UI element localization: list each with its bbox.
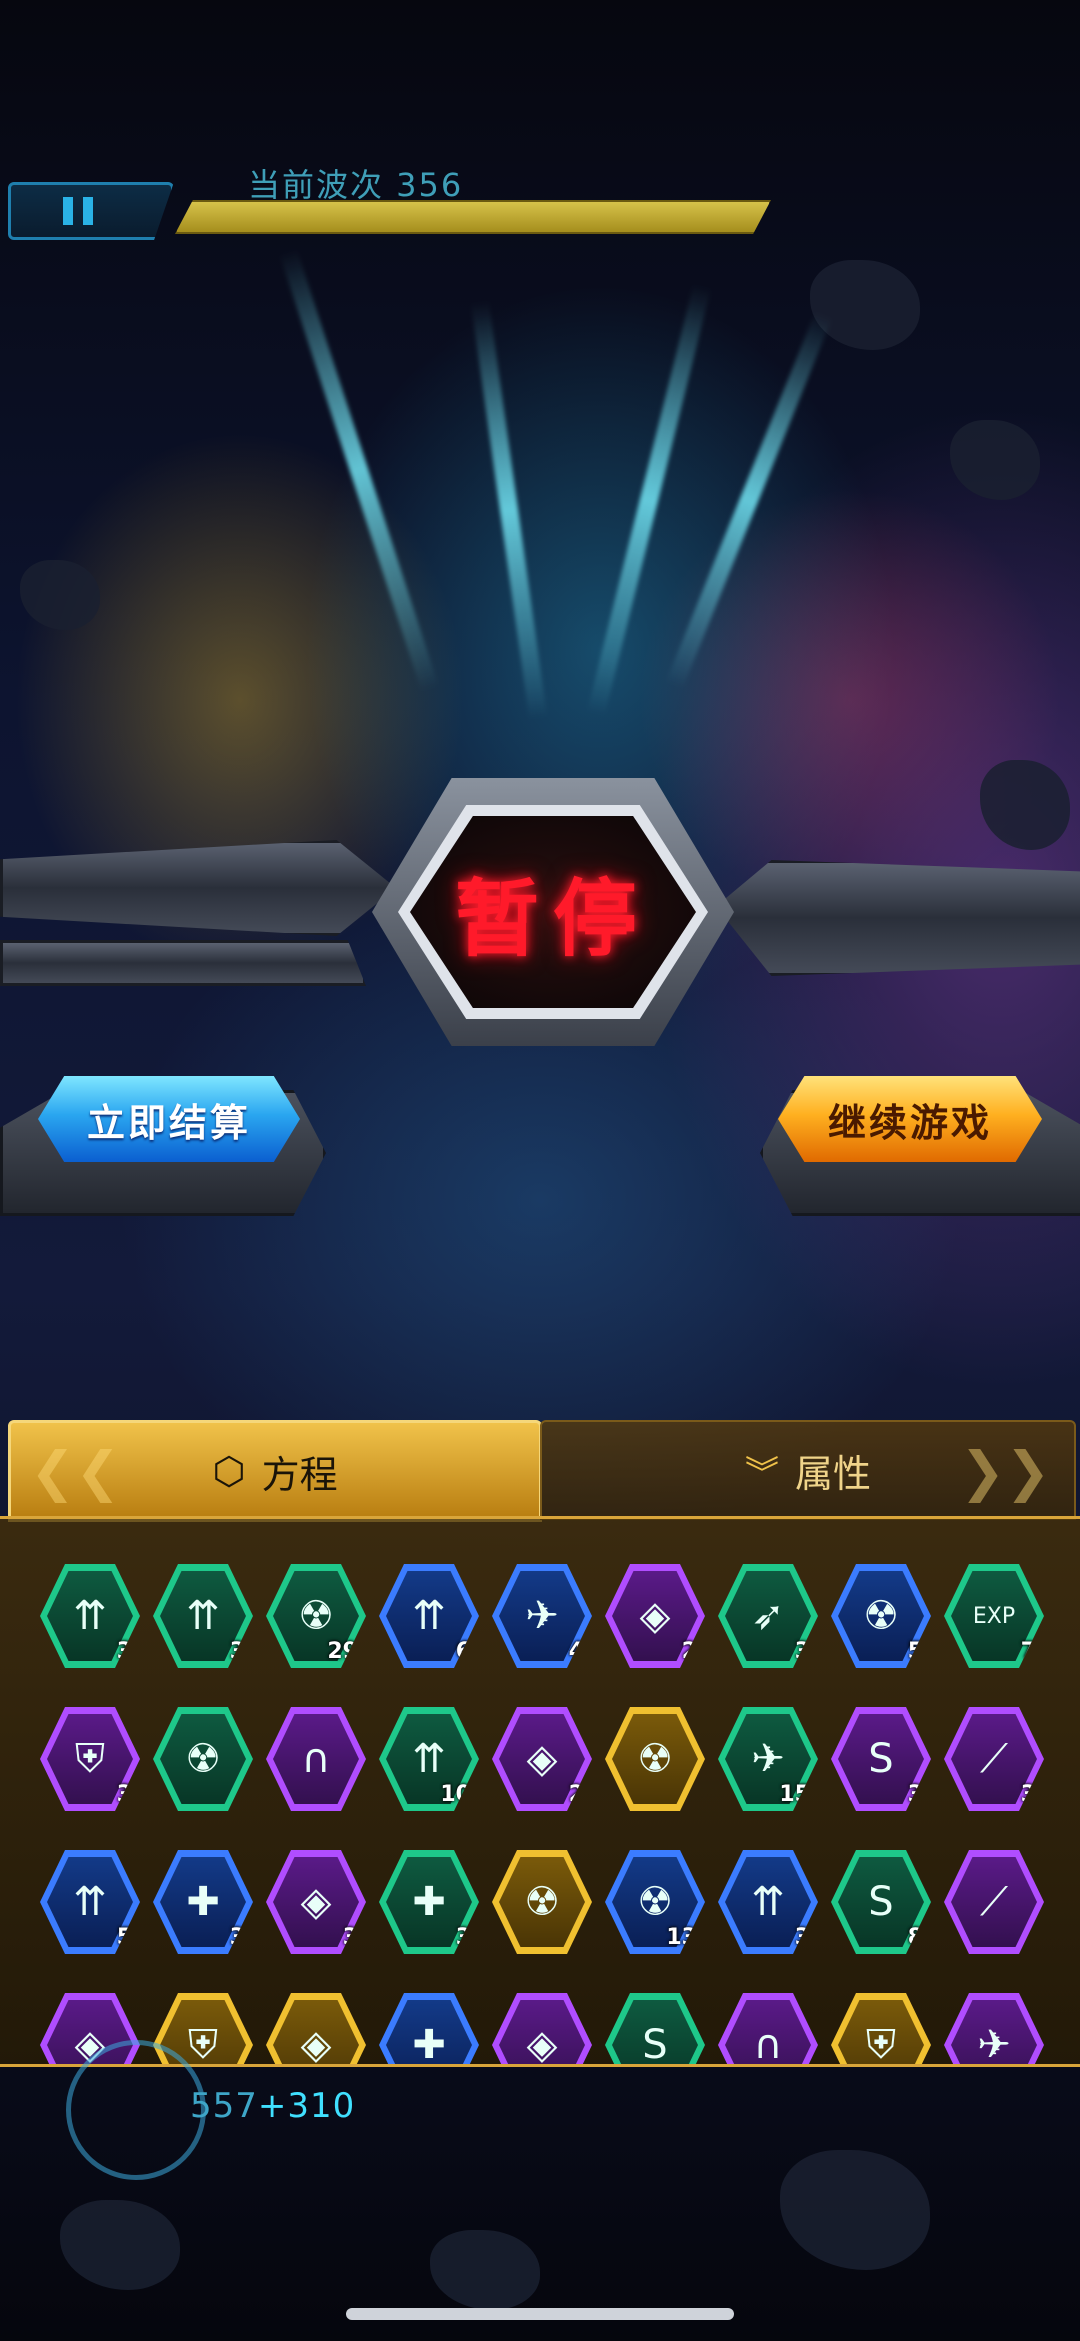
hexagon-icon: ⬡ [212, 1449, 246, 1493]
s-icon: S [612, 2000, 698, 2064]
skill-slot[interactable]: ∩ [266, 1707, 366, 1811]
skill-slot[interactable]: ☢ 29 [266, 1564, 366, 1668]
skill-slot[interactable]: ✚ 3 [153, 1850, 253, 1954]
radiation-icon: ☢ [160, 1714, 246, 1804]
home-indicator[interactable] [346, 2308, 734, 2320]
pause-button[interactable] [8, 182, 174, 240]
skill-count: 5 [116, 1925, 132, 1950]
skill-count: 3 [116, 1639, 132, 1664]
skill-count: 4 [568, 1639, 584, 1664]
skill-slot[interactable]: S8 [831, 1850, 931, 1954]
skill-slot[interactable]: ⇈ 3 [718, 1850, 818, 1954]
crystal-icon: ◈ [499, 2000, 585, 2064]
settle-now-button[interactable]: 立即结算 [38, 1076, 300, 1162]
skill-slot[interactable]: ✈ 4 [492, 1564, 592, 1668]
skill-slot[interactable]: ✈ 15 [718, 1707, 818, 1811]
wave-progress-bar [175, 200, 771, 234]
skills-panel: ⇈ 3 ⇈ 3 ☢ 29 ⇈ 6 ✈ 4 ◈ 2 ➶ 3 ☢ 5 EXP 7 ⛨ 3 ☢ ∩ ⇈ 10 ◈ 2 ☢ ✈ 15 S 3 ⟋ 3 ⇈ 5… [0, 1516, 1080, 2067]
skill-count: 3 [907, 1782, 923, 1807]
skill-count: 3 [342, 1925, 358, 1950]
skill-slot[interactable]: S3 [831, 1707, 931, 1811]
skill-slot[interactable]: ☢ 5 [831, 1564, 931, 1668]
tab-equation-label: 方程 [261, 1452, 338, 1497]
skill-slot[interactable]: S [605, 1993, 705, 2064]
score-value: 557 [190, 2086, 258, 2126]
radiation-icon: ☢ [499, 1857, 585, 1947]
ability-ring [66, 2040, 206, 2180]
skill-slot[interactable]: ☢ [605, 1707, 705, 1811]
skill-count: 10 [440, 1782, 471, 1807]
continue-game-button[interactable]: 继续游戏 [778, 1076, 1042, 1162]
skill-count: 3 [794, 1639, 810, 1664]
score-display: 557+310 [190, 2086, 355, 2126]
crystal-icon: ◈ [273, 2000, 359, 2064]
skill-slot[interactable]: ⛨ 3 [40, 1707, 140, 1811]
magnet-icon: ∩ [725, 2000, 811, 2064]
skill-slot[interactable]: ◈ [492, 1993, 592, 2064]
skill-slot[interactable]: ☢ [492, 1850, 592, 1954]
chevron-left-icon: ❮❮ [30, 1440, 121, 1503]
skill-slot[interactable]: ◈ 2 [605, 1564, 705, 1668]
score-delta: +310 [257, 2086, 356, 2126]
mech-arm-right [716, 860, 1080, 976]
skill-slot[interactable]: ☢ [153, 1707, 253, 1811]
skill-count: 3 [455, 1925, 471, 1950]
skill-count: 5 [907, 1639, 923, 1664]
cross-icon: ✚ [386, 2000, 472, 2064]
skill-slot[interactable]: ⇈ 5 [40, 1850, 140, 1954]
skill-slot[interactable]: ⇈ 3 [40, 1564, 140, 1668]
skill-slot[interactable]: ◈ 3 [266, 1850, 366, 1954]
skill-slot[interactable]: ➶ 3 [718, 1564, 818, 1668]
skill-slot[interactable]: ⇈ 6 [379, 1564, 479, 1668]
skill-count: 3 [229, 1639, 245, 1664]
skill-count: 8 [907, 1925, 923, 1950]
skill-slot[interactable]: ✈ [944, 1993, 1044, 2064]
skill-slot[interactable]: ⟋ [944, 1850, 1044, 1954]
skill-slot[interactable]: ✚ 3 [379, 1850, 479, 1954]
skill-slot[interactable]: ◈ 2 [492, 1707, 592, 1811]
skill-count: 15 [779, 1782, 810, 1807]
rocket-icon: ✈ [951, 2000, 1037, 2064]
mech-arm-left-lower [0, 940, 366, 986]
skill-count: 2 [681, 1639, 697, 1664]
double-chevron-icon: ︾ [744, 1453, 779, 1494]
slash-icon: ⟋ [951, 1857, 1037, 1947]
radiation-icon: ☢ [612, 1714, 698, 1804]
pause-icon-bar [83, 197, 93, 225]
skill-slot[interactable]: ⇈ 10 [379, 1707, 479, 1811]
skill-count: 3 [1020, 1782, 1036, 1807]
skill-slot[interactable]: ⛨ [831, 1993, 931, 2064]
skill-count: 29 [327, 1639, 358, 1664]
skill-slot[interactable]: ✚ [379, 1993, 479, 2064]
pause-title: 暂停 [454, 869, 651, 968]
skill-count: 3 [116, 1782, 132, 1807]
skill-count: 6 [455, 1639, 471, 1664]
skill-slot[interactable]: ◈ [266, 1993, 366, 2064]
skill-slot[interactable]: ⇈ 3 [153, 1564, 253, 1668]
skill-slot[interactable]: ⟋ 3 [944, 1707, 1044, 1811]
chevron-right-icon: ❯❯ [960, 1440, 1051, 1503]
tab-attributes-label: 属性 [794, 1451, 871, 1496]
skill-count: 3 [229, 1925, 245, 1950]
magnet-icon: ∩ [273, 1714, 359, 1804]
pause-icon [63, 197, 73, 225]
skill-count: 2 [568, 1782, 584, 1807]
skill-slot[interactable]: EXP 7 [944, 1564, 1044, 1668]
shield-icon: ⛨ [838, 2000, 924, 2064]
skill-count: 7 [1020, 1639, 1036, 1664]
wave-counter: 当前波次 356 [248, 166, 464, 204]
skill-count: 3 [794, 1925, 810, 1950]
skill-slot[interactable]: ∩ [718, 1993, 818, 2064]
skill-count: 13 [666, 1925, 697, 1950]
skill-slot[interactable]: ☢ 13 [605, 1850, 705, 1954]
